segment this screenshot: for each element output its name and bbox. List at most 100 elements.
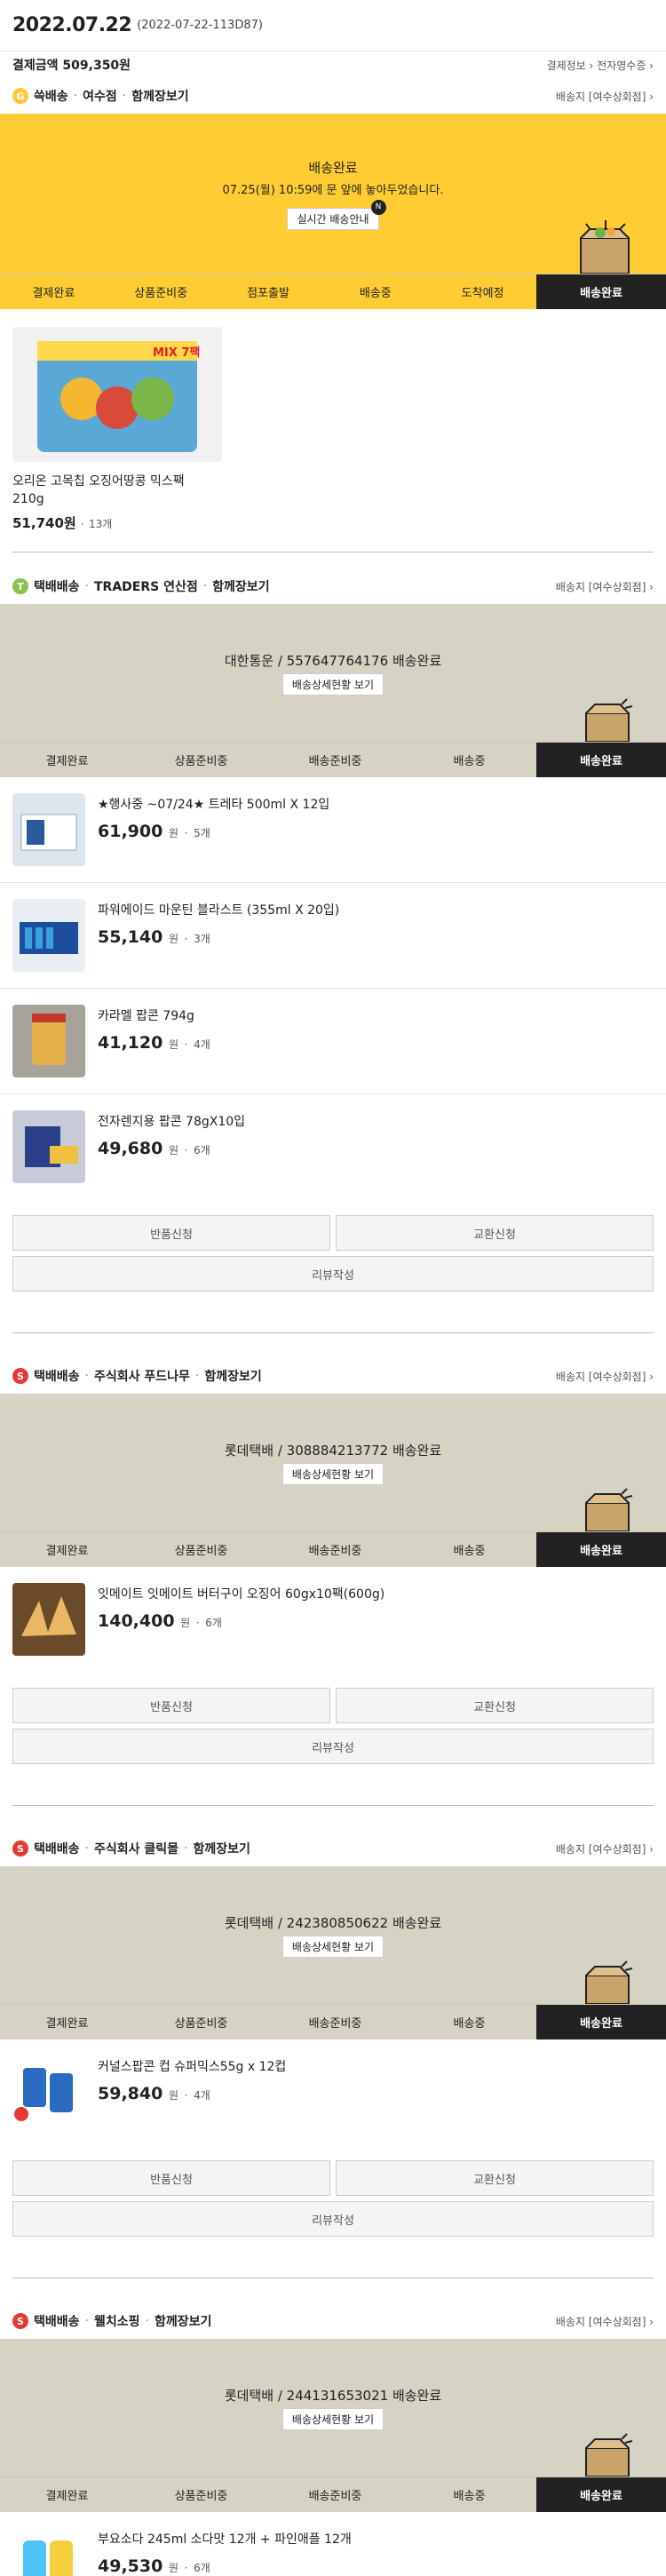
step: 결제완료 [45, 2017, 89, 2031]
product-image [12, 899, 85, 972]
exchange-button[interactable]: 교환신청 [336, 1215, 654, 1251]
step: 상품준비중 [134, 287, 188, 300]
payment-amount: 결제금액 509,350원 [12, 59, 131, 73]
store-name: 웰치소핑 [93, 2315, 140, 2329]
review-button[interactable]: 리뷰작성 [12, 1729, 654, 1764]
progress-steps: 결제완료 상품준비중 배송준비중 배송중 배송완료 [0, 742, 666, 777]
list-item[interactable]: 커널스팝콘 컵 슈퍼믹스55g x 12컵 59,840 원 · 4개 [0, 2039, 666, 2144]
product-price: 51,740원 · 13개 [12, 515, 113, 531]
product-name: 전자렌지용 팝콘 78gX10입 [98, 1115, 246, 1129]
shipment-header: T 택배배송 · TRADERS 연산점 · 함께장보기 배송지 [여수상회점] › [0, 568, 666, 604]
shop-together-link[interactable]: 함께장보기 [212, 577, 269, 595]
product-price: 59,840 원 · 4개 [98, 2084, 210, 2103]
step: 결제완료 [45, 755, 89, 768]
step: 상품준비중 [174, 2490, 228, 2503]
product-name: 파워에이드 마운틴 블라스트 (355ml X 20입) [98, 903, 340, 918]
box-icon [585, 1488, 633, 1531]
store-name: TRADERS 연산점 [93, 580, 198, 594]
store-badge-icon: G [12, 88, 28, 104]
product-card[interactable]: MIX 7팩 오리온 고목칩 오징어땅콩 믹스팩 210g 51,740원 · 1… [0, 309, 666, 552]
realtime-tracking-button[interactable]: 실시간 배송안내 N [287, 199, 386, 230]
status-title: 배송완료 [308, 159, 358, 176]
step: 결제완료 [32, 287, 75, 300]
receipt-link[interactable]: 전자영수증 › [597, 60, 654, 72]
product-name: 부요소다 245ml 소다맛 12개 + 파인애플 12개 [98, 2532, 352, 2547]
list-item[interactable]: 카라멜 팝콘 794g 41,120 원 · 4개 [0, 989, 666, 1094]
store-name: 주식회사 푸드나무 [93, 1370, 190, 1384]
product-image [12, 793, 85, 866]
product-price: 49,680 원 · 6개 [98, 1139, 210, 1158]
step-active: 배송완료 [536, 2005, 666, 2039]
step: 배송준비중 [308, 2490, 362, 2503]
package-label: MIX 7팩 [153, 346, 200, 360]
step: 배송준비중 [308, 1545, 362, 1558]
delivery-status-banner: 롯데택배 / 308884213772 배송완료 배송상세현황 보기 [0, 1394, 666, 1531]
product-image [12, 1005, 85, 1077]
return-button[interactable]: 반품신청 [12, 2160, 330, 2196]
product-price: 55,140 원 · 3개 [98, 927, 210, 947]
item-actions: 반품신청 교환신청 리뷰작성 [0, 1672, 666, 1764]
shop-together-link[interactable]: 함께장보기 [193, 1840, 250, 1857]
product-name: ★행사중 ~07/24★ 트레타 500ml X 12입 [98, 798, 330, 812]
progress-steps: 결제완료 상품준비중 배송준비중 배송중 배송완료 [0, 1531, 666, 1567]
address-link[interactable]: 배송지 [여수상회점] › [556, 579, 654, 594]
delivery-status-banner: 롯데택배 / 242380850622 배송완료 배송상세현황 보기 [0, 1866, 666, 2004]
step: 배송중 [453, 755, 486, 768]
status-title: 롯데택배 / 242380850622 배송완료 [224, 1914, 442, 1931]
product-image [12, 1110, 85, 1183]
step: 상품준비중 [174, 755, 228, 768]
product-image: MIX 7팩 [12, 327, 222, 462]
shop-together-link[interactable]: 함께장보기 [204, 1367, 261, 1385]
delivery-detail-button[interactable]: 배송상세현황 보기 [281, 1935, 385, 1958]
list-item[interactable]: 전자렌지용 팝콘 78gX10입 49,680 원 · 6개 [0, 1094, 666, 1199]
step: 결제완료 [45, 1545, 89, 1558]
order-date: 2022.07.22 [12, 14, 132, 36]
step-active: 배송완료 [536, 1532, 666, 1567]
bag-icon [580, 220, 630, 274]
list-item[interactable]: ★행사중 ~07/24★ 트레타 500ml X 12입 61,900 원 · … [0, 777, 666, 883]
shop-together-link[interactable]: 함께장보기 [155, 2312, 211, 2330]
step: 배송중 [453, 2490, 486, 2503]
status-title: 대한통운 / 557647764176 배송완료 [224, 652, 442, 669]
delivery-detail-button[interactable]: 배송상세현황 보기 [281, 2407, 385, 2430]
address-link[interactable]: 배송지 [여수상회점] › [556, 1841, 654, 1856]
address-link[interactable]: 배송지 [여수상회점] › [556, 1369, 654, 1384]
review-button[interactable]: 리뷰작성 [12, 2201, 654, 2237]
step-active: 배송완료 [535, 274, 666, 309]
step: 배송준비중 [308, 755, 362, 768]
box-icon [585, 698, 633, 742]
product-price: 49,530 원 · 6개 [98, 2556, 210, 2576]
delivery-detail-button[interactable]: 배송상세현황 보기 [281, 1462, 385, 1485]
list-item[interactable]: 파워에이드 마운틴 블라스트 (355ml X 20입) 55,140 원 · … [0, 883, 666, 989]
product-name: 잇메이트 잇메이트 버터구이 오징어 60gx10팩(600g) [98, 1587, 385, 1602]
store-badge-icon: S [12, 2313, 28, 2329]
shipment-header: S 택배배송 · 웰치소핑 · 함께장보기 배송지 [여수상회점] › [0, 2303, 666, 2339]
product-image [12, 2055, 85, 2128]
step: 결제완료 [45, 2490, 89, 2503]
store-badge-icon: S [12, 1841, 28, 1856]
address-link[interactable]: 배송지 [여수상회점] › [556, 89, 654, 104]
exchange-button[interactable]: 교환신청 [336, 2160, 654, 2196]
payment-info-link[interactable]: 결제정보 › [547, 60, 594, 72]
address-link[interactable]: 배송지 [여수상회점] › [556, 2314, 654, 2329]
return-button[interactable]: 반품신청 [12, 1215, 330, 1251]
exchange-button[interactable]: 교환신청 [336, 1688, 654, 1723]
shipment-header: S 택배배송 · 주식회사 푸드나무 · 함께장보기 배송지 [여수상회점] › [0, 1358, 666, 1394]
store-badge-icon: S [12, 1368, 28, 1384]
step: 배송준비중 [308, 2017, 362, 2031]
step: 도착예정 [461, 287, 504, 300]
shipment-header: G 쓱배송 · 여수점 · 함께장보기 배송지 [여수상회점] › [0, 78, 666, 114]
box-icon [585, 1960, 633, 2004]
list-item[interactable]: 잇메이트 잇메이트 버터구이 오징어 60gx10팩(600g) 140,400… [0, 1567, 666, 1672]
review-button[interactable]: 리뷰작성 [12, 1256, 654, 1292]
delivery-status-banner: 배송완료 07.25(월) 10:59에 문 앞에 놓아두었습니다. 실시간 배… [0, 114, 666, 274]
return-button[interactable]: 반품신청 [12, 1688, 330, 1723]
product-price: 41,120 원 · 4개 [98, 1033, 210, 1053]
order-header: 2022.07.22 (2022-07-22-113D87) [0, 0, 666, 52]
step: 상품준비중 [174, 2017, 228, 2031]
delivery-detail-button[interactable]: 배송상세현황 보기 [281, 672, 385, 696]
list-item[interactable]: 부요소다 245ml 소다맛 12개 + 파인애플 12개 49,530 원 ·… [0, 2512, 666, 2576]
payment-bar: 결제금액 509,350원 결제정보 › 전자영수증 › [0, 52, 666, 78]
step: 점포출발 [247, 287, 289, 300]
shop-together-link[interactable]: 함께장보기 [131, 87, 188, 105]
